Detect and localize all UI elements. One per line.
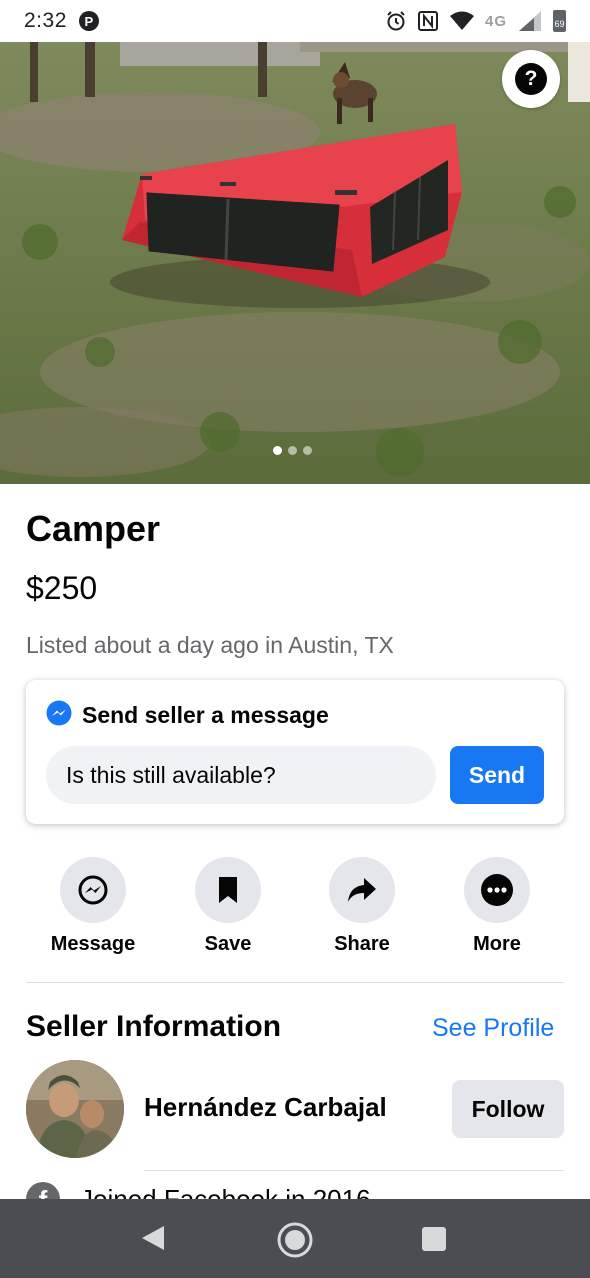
pagination-dot-active (273, 446, 282, 455)
save-action-circle (195, 857, 261, 923)
share-arrow-icon (348, 878, 376, 902)
battery-level: 69 (554, 19, 565, 29)
wifi-icon (449, 9, 475, 33)
lte-icon: 4G (484, 12, 507, 30)
see-profile-link[interactable]: See Profile (432, 1014, 554, 1043)
send-button[interactable]: Send (450, 746, 544, 804)
bookmark-icon (219, 877, 237, 903)
alarm-icon (385, 9, 407, 33)
message-action-circle (60, 857, 126, 923)
action-row: Message Save Share More (0, 857, 590, 957)
home-button[interactable] (276, 1221, 314, 1259)
listing-meta: Listed about a day ago in Austin, TX (26, 632, 394, 658)
more-action-button[interactable]: More (430, 857, 564, 956)
message-action-label: Message (50, 933, 136, 955)
more-dots-icon (481, 874, 513, 906)
recents-button[interactable] (421, 1226, 447, 1252)
help-button[interactable]: ? (502, 50, 560, 108)
share-action-circle (329, 857, 395, 923)
p-icon: P (78, 11, 99, 31)
help-icon: ? (515, 63, 547, 95)
follow-button[interactable]: Follow (452, 1080, 564, 1138)
share-action-label: Share (334, 933, 390, 955)
listing-price: $250 (26, 570, 98, 606)
marketplace-listing-screen: 2:32 P 4G 69 ? Camper $250 Listed about … (0, 0, 590, 1278)
avatar-photo (26, 1060, 124, 1158)
listing-title: Camper (26, 508, 161, 549)
pagination-dot (288, 446, 297, 455)
more-action-label: More (473, 933, 521, 955)
message-seller-card: Send seller a message Is this still avai… (26, 680, 564, 824)
messenger-icon (46, 700, 72, 731)
listing-photo[interactable] (0, 42, 590, 484)
divider (26, 982, 564, 983)
battery-icon: 69 (553, 10, 566, 32)
save-action-button[interactable]: Save (161, 857, 295, 956)
seller-name[interactable]: Hernández Carbajal (144, 1092, 387, 1123)
message-input[interactable]: Is this still available? (46, 746, 436, 804)
status-time: 2:32 (24, 9, 67, 32)
photo-pagination-dots (273, 446, 312, 455)
message-action-button[interactable]: Message (26, 857, 160, 956)
seller-avatar[interactable] (26, 1060, 124, 1158)
signal-icon (517, 9, 543, 33)
system-nav-bar (0, 1199, 590, 1278)
seller-info-title: Seller Information (26, 1010, 282, 1043)
status-bar: 2:32 P 4G 69 (0, 0, 590, 42)
share-action-button[interactable]: Share (295, 857, 429, 956)
status-icons: 4G 69 (385, 9, 566, 33)
nfc-icon (417, 9, 439, 33)
more-action-circle (464, 857, 530, 923)
camper-photo-illustration (0, 42, 590, 484)
messenger-icon (78, 875, 108, 905)
home-circle-icon (277, 1222, 313, 1258)
recents-square-icon (422, 1227, 446, 1251)
save-action-label: Save (204, 933, 252, 955)
divider (144, 1170, 564, 1171)
back-button[interactable] (140, 1224, 166, 1252)
pagination-dot (303, 446, 312, 455)
back-triangle-icon (142, 1226, 164, 1250)
message-card-header: Send seller a message (46, 700, 329, 731)
message-card-title: Send seller a message (82, 702, 329, 728)
